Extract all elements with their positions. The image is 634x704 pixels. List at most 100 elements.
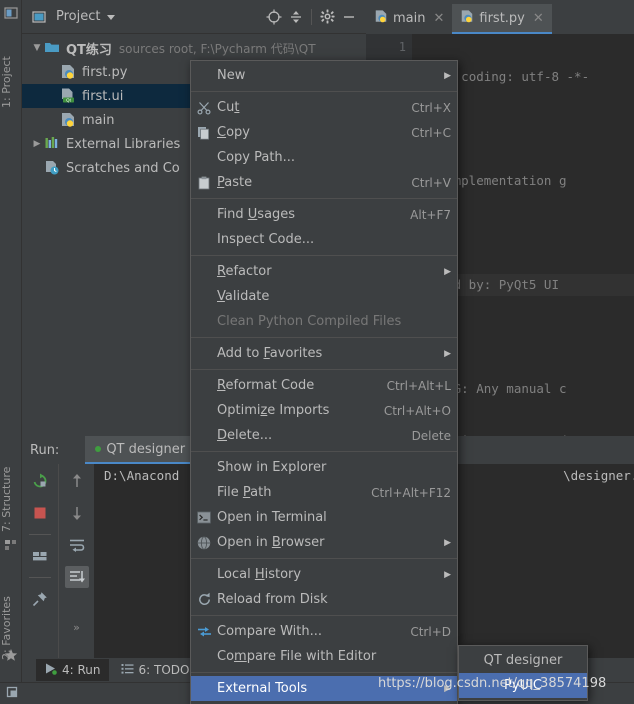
menu-item-copy[interactable]: Copy Ctrl+C bbox=[191, 120, 457, 145]
event-log-icon[interactable] bbox=[6, 684, 22, 703]
menu-item-label: Show in Explorer bbox=[217, 460, 327, 475]
menu-separator bbox=[191, 672, 457, 673]
menu-item-label: Add to Favorites bbox=[217, 346, 323, 361]
menu-item-label: New bbox=[217, 68, 246, 83]
copy-icon bbox=[191, 125, 217, 141]
twisty-icon[interactable]: ▼ bbox=[30, 43, 44, 53]
menu-item-cut[interactable]: Cut Ctrl+X bbox=[191, 95, 457, 120]
running-indicator-icon bbox=[95, 446, 102, 452]
submenu-arrow-icon: ▶ bbox=[444, 70, 451, 81]
menu-item-copy-path[interactable]: Copy Path... bbox=[191, 145, 457, 170]
close-icon[interactable]: ✕ bbox=[433, 11, 444, 26]
rerun-icon[interactable] bbox=[28, 470, 52, 492]
run-toolbar-right: » bbox=[58, 464, 94, 658]
structure-icon[interactable] bbox=[4, 538, 18, 552]
arrow-down-icon[interactable] bbox=[65, 502, 89, 524]
terminal-icon bbox=[191, 510, 217, 526]
collapse-all-icon[interactable] bbox=[285, 6, 307, 28]
star-icon[interactable] bbox=[4, 648, 18, 662]
menu-item-validate[interactable]: Validate bbox=[191, 284, 457, 309]
tree-label: External Libraries bbox=[66, 136, 181, 152]
menu-item-shortcut: Delete bbox=[411, 428, 451, 443]
menu-item-compare-with[interactable]: Compare With... Ctrl+D bbox=[191, 619, 457, 644]
menu-icon-placeholder bbox=[191, 681, 217, 697]
menu-item-reload-from-disk[interactable]: Reload from Disk bbox=[191, 587, 457, 612]
submenu-arrow-icon: ▶ bbox=[444, 537, 451, 548]
strip-label-project[interactable]: 1: Project bbox=[0, 22, 22, 108]
menu-item-shortcut: Alt+F7 bbox=[410, 207, 451, 222]
strip-label-structure[interactable]: 7: Structure bbox=[0, 432, 22, 532]
menu-item-label: Reformat Code bbox=[217, 378, 315, 393]
menu-item-shortcut: Ctrl+Alt+F12 bbox=[371, 485, 451, 500]
menu-item-label: Compare File with Editor bbox=[217, 649, 377, 664]
project-view-icon bbox=[28, 6, 50, 28]
python-file-icon bbox=[60, 64, 78, 80]
menu-icon-placeholder bbox=[191, 264, 217, 280]
menu-item-shortcut: Ctrl+Alt+L bbox=[386, 378, 451, 393]
globe-icon bbox=[191, 535, 217, 551]
close-icon[interactable]: ✕ bbox=[533, 11, 544, 26]
minimize-icon[interactable] bbox=[338, 6, 360, 28]
menu-item-open-in-terminal[interactable]: Open in Terminal bbox=[191, 505, 457, 530]
menu-item-delete[interactable]: Delete... Delete bbox=[191, 423, 457, 448]
menu-item-find-usages[interactable]: Find Usages Alt+F7 bbox=[191, 202, 457, 227]
context-menu[interactable]: New ▶ Cut Ctrl+X Copy Ctrl+C Copy Path..… bbox=[190, 60, 458, 704]
strip-label-favorites[interactable]: 2: Favorites bbox=[0, 560, 22, 660]
more-icon[interactable]: » bbox=[65, 616, 89, 638]
menu-item-local-history[interactable]: Local History ▶ bbox=[191, 562, 457, 587]
locate-icon[interactable] bbox=[263, 6, 285, 28]
menu-item-label: Find Usages bbox=[217, 207, 296, 222]
svg-text:Qt: Qt bbox=[66, 98, 71, 103]
chevron-down-icon[interactable] bbox=[100, 6, 122, 28]
bottom-button-run[interactable]: 4: Run bbox=[36, 659, 109, 681]
menu-item-label: Clean Python Compiled Files bbox=[217, 314, 402, 329]
menu-item-reformat-code[interactable]: Reformat Code Ctrl+Alt+L bbox=[191, 373, 457, 398]
menu-item-show-in-explorer[interactable]: Show in Explorer bbox=[191, 455, 457, 480]
menu-item-inspect-code[interactable]: Inspect Code... bbox=[191, 227, 457, 252]
menu-item-paste[interactable]: Paste Ctrl+V bbox=[191, 170, 457, 195]
menu-item-file-path[interactable]: File Path Ctrl+Alt+F12 bbox=[191, 480, 457, 505]
submenu-item-qt-designer[interactable]: QT designer bbox=[459, 648, 587, 673]
editor-tab-first-py[interactable]: first.py ✕ bbox=[452, 4, 552, 34]
pin-icon[interactable] bbox=[28, 588, 52, 610]
menu-separator bbox=[191, 615, 457, 616]
menu-item-shortcut: Ctrl+Alt+O bbox=[383, 403, 451, 418]
menu-item-open-in-browser[interactable]: Open in Browser ▶ bbox=[191, 530, 457, 555]
soft-wrap-icon[interactable] bbox=[65, 534, 89, 556]
menu-icon-placeholder bbox=[191, 289, 217, 305]
run-tab-qt-designer[interactable]: QT designer bbox=[85, 436, 196, 464]
menu-item-label: Inspect Code... bbox=[217, 232, 315, 247]
menu-item-label: File Path bbox=[217, 485, 272, 500]
menu-item-refactor[interactable]: Refactor ▶ bbox=[191, 259, 457, 284]
libraries-icon bbox=[44, 136, 62, 152]
menu-item-label: Open in Browser bbox=[217, 535, 325, 550]
menu-item-new[interactable]: New ▶ bbox=[191, 63, 457, 88]
editor-tab-bar: main ✕ first.py ✕ bbox=[366, 0, 634, 34]
editor-tab-main[interactable]: main ✕ bbox=[366, 4, 452, 34]
menu-icon-placeholder bbox=[191, 232, 217, 248]
menu-item-shortcut: Ctrl+V bbox=[411, 175, 451, 190]
line-number: 1 bbox=[398, 40, 406, 54]
external-tools-submenu[interactable]: QT designer PyUIC bbox=[458, 645, 588, 701]
arrow-up-icon[interactable] bbox=[65, 470, 89, 492]
project-panel-header: Project bbox=[22, 0, 366, 34]
paste-icon bbox=[191, 175, 217, 191]
bottom-button-todo[interactable]: 6: TODO bbox=[113, 659, 198, 681]
toolbar-divider bbox=[311, 8, 312, 25]
scroll-to-end-icon[interactable] bbox=[64, 566, 89, 588]
menu-item-compare-file-with-editor[interactable]: Compare File with Editor bbox=[191, 644, 457, 669]
menu-separator bbox=[191, 558, 457, 559]
menu-item-label: Copy bbox=[217, 125, 250, 140]
gear-icon[interactable] bbox=[316, 6, 338, 28]
stop-icon[interactable] bbox=[28, 502, 52, 524]
menu-item-optimize-imports[interactable]: Optimize Imports Ctrl+Alt+O bbox=[191, 398, 457, 423]
menu-item-add-to-favorites[interactable]: Add to Favorites ▶ bbox=[191, 341, 457, 366]
menu-icon-placeholder bbox=[191, 378, 217, 394]
menu-icon-placeholder bbox=[191, 150, 217, 166]
project-view-strip-icon[interactable] bbox=[4, 6, 18, 20]
tree-label: QT练习 bbox=[66, 42, 112, 58]
menu-separator bbox=[191, 255, 457, 256]
twisty-icon[interactable]: ▶ bbox=[30, 139, 44, 149]
tree-row-project-root[interactable]: ▼ QT练习 sources root, F:\Pycharm 代码\QT bbox=[22, 36, 366, 60]
layout-icon[interactable] bbox=[28, 545, 52, 567]
